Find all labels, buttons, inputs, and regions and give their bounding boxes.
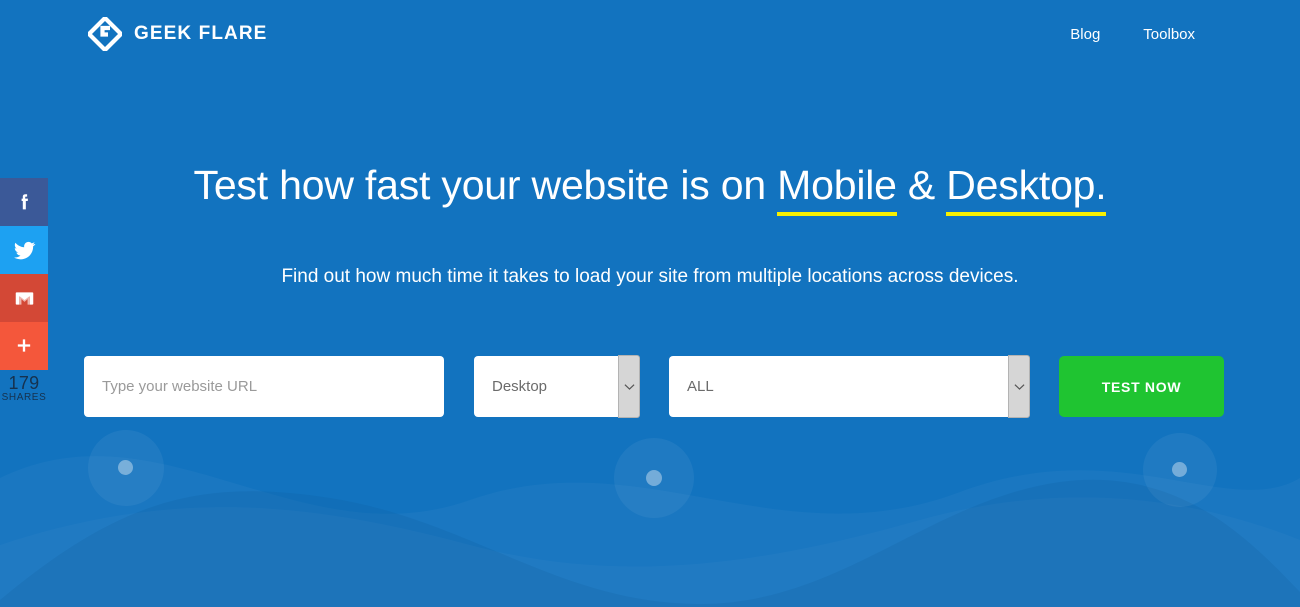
share-count: 179 SHARES bbox=[0, 370, 48, 403]
device-select[interactable]: Desktop bbox=[474, 355, 640, 418]
share-more-button[interactable] bbox=[0, 322, 48, 370]
landing-page: GEEK FLARE Blog Toolbox 179 SHARES Test … bbox=[0, 0, 1300, 607]
share-twitter-button[interactable] bbox=[0, 226, 48, 274]
location-select[interactable]: ALL bbox=[669, 355, 1030, 418]
location-select-value: ALL bbox=[687, 378, 714, 395]
page-title: Test how fast your website is on Mobile … bbox=[0, 162, 1300, 216]
share-facebook-button[interactable] bbox=[0, 178, 48, 226]
nav-item-blog[interactable]: Blog bbox=[1070, 26, 1100, 43]
decor-circle-1 bbox=[88, 430, 164, 506]
decor-circle-3 bbox=[1143, 433, 1217, 507]
website-url-input[interactable] bbox=[84, 356, 444, 417]
social-share-rail: 179 SHARES bbox=[0, 178, 48, 403]
decor-circle-2 bbox=[614, 438, 694, 518]
device-select-chevron-down-icon[interactable] bbox=[618, 355, 640, 418]
facebook-icon bbox=[21, 194, 28, 210]
test-now-button[interactable]: TEST NOW bbox=[1059, 356, 1224, 417]
headline-highlight-mobile: Mobile bbox=[777, 162, 897, 216]
share-count-label: SHARES bbox=[1, 391, 47, 403]
decor-dot-1 bbox=[118, 460, 133, 475]
brand-logo-link[interactable]: GEEK FLARE bbox=[88, 17, 267, 51]
headline-text-lead: Test how fast your website is on bbox=[193, 162, 778, 208]
decor-dot-2 bbox=[646, 470, 662, 486]
speed-test-form: Desktop ALL TEST NOW bbox=[84, 355, 1224, 418]
site-header: GEEK FLARE Blog Toolbox bbox=[0, 0, 1300, 68]
gmail-envelope-icon bbox=[15, 291, 33, 305]
geekflare-diamond-logo-icon bbox=[88, 17, 122, 51]
headline-highlight-desktop: Desktop. bbox=[946, 162, 1107, 216]
plus-icon bbox=[17, 339, 31, 352]
device-select-value: Desktop bbox=[492, 378, 548, 395]
share-gmail-button[interactable] bbox=[0, 274, 48, 322]
decor-dot-3 bbox=[1172, 462, 1187, 477]
twitter-bird-icon bbox=[13, 241, 35, 259]
main-nav: Blog Toolbox bbox=[1070, 26, 1195, 43]
headline-text-mid: & bbox=[896, 162, 947, 208]
brand-name: GEEK FLARE bbox=[134, 23, 268, 44]
page-subtitle: Find out how much time it takes to load … bbox=[281, 266, 1019, 287]
nav-item-toolbox[interactable]: Toolbox bbox=[1143, 26, 1195, 43]
share-count-number: 179 bbox=[8, 373, 40, 393]
location-select-chevron-down-icon[interactable] bbox=[1008, 355, 1030, 418]
